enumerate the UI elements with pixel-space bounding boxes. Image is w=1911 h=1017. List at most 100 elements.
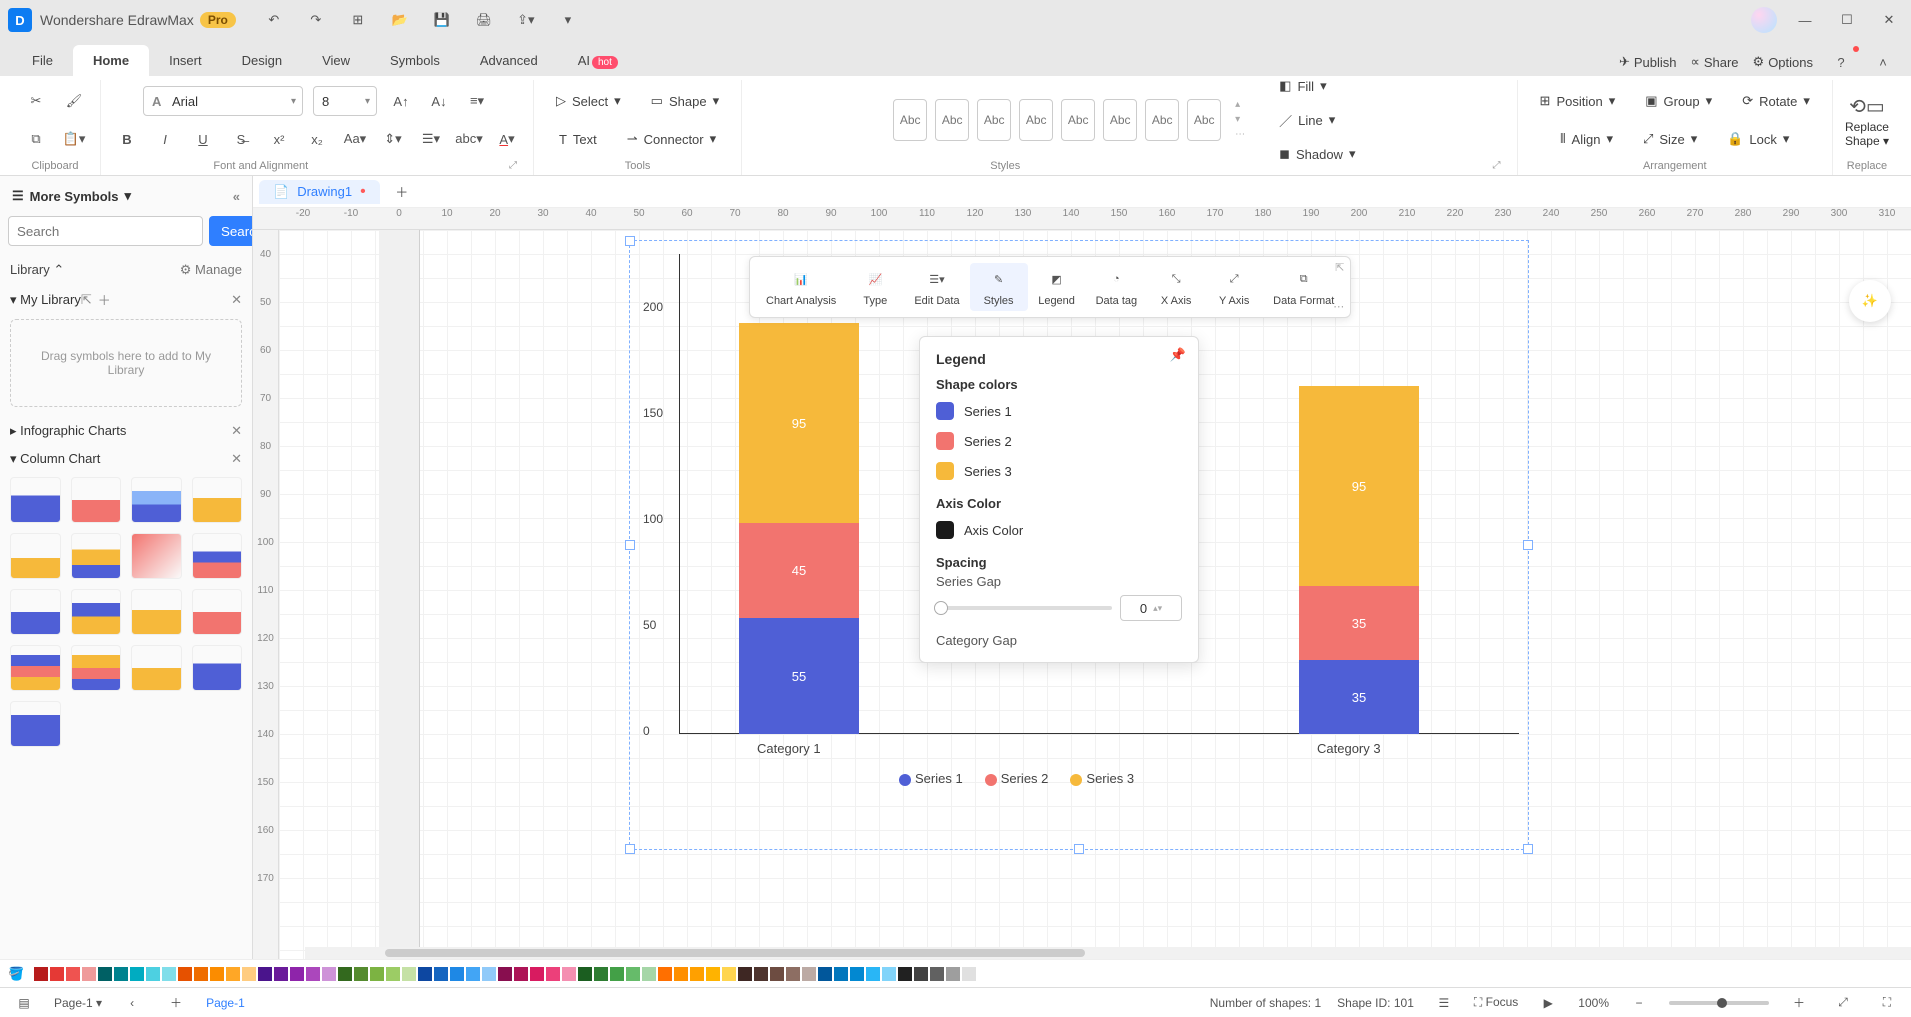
chart-thumb[interactable] xyxy=(10,477,61,523)
style-swatch[interactable]: Abc xyxy=(893,99,927,141)
chart-thumb[interactable] xyxy=(192,589,243,635)
series-color-row[interactable]: Series 3 xyxy=(936,456,1182,486)
resize-handle[interactable] xyxy=(1523,540,1533,550)
mylib-add-icon[interactable]: ＋ xyxy=(98,290,111,309)
color-chip[interactable] xyxy=(936,432,954,450)
redo-button[interactable]: ↷ xyxy=(302,6,330,34)
symbol-search-input[interactable] xyxy=(8,216,203,246)
chart-thumb[interactable] xyxy=(10,533,61,579)
prev-page-icon[interactable]: ‹ xyxy=(118,989,146,1017)
zoom-out-icon[interactable]: − xyxy=(1625,989,1653,1017)
color-swatch[interactable] xyxy=(242,967,256,981)
x-axis-button[interactable]: ⤡X Axis xyxy=(1147,263,1205,311)
fill-bucket-icon[interactable]: 🪣 xyxy=(8,966,24,982)
publish-button[interactable]: ✈ Publish xyxy=(1619,54,1677,70)
style-gallery-more[interactable]: ▴▾⋯ xyxy=(1235,99,1245,141)
color-swatch[interactable] xyxy=(50,967,64,981)
color-swatch[interactable] xyxy=(642,967,656,981)
resize-handle[interactable] xyxy=(625,844,635,854)
lock-button[interactable]: Lock ▾ xyxy=(1717,123,1799,155)
color-swatch[interactable] xyxy=(162,967,176,981)
fill-button[interactable]: ◧ Fill ▾ xyxy=(1269,70,1365,102)
color-swatch[interactable] xyxy=(962,967,976,981)
color-swatch[interactable] xyxy=(754,967,768,981)
chart-thumb[interactable] xyxy=(10,645,61,691)
font-dialog-launcher[interactable]: ⤢ xyxy=(509,160,521,172)
layers-icon[interactable]: ☰ xyxy=(1430,989,1458,1017)
line-spacing-icon[interactable]: ⇕▾ xyxy=(379,125,407,153)
color-swatch[interactable] xyxy=(690,967,704,981)
library-dropdown[interactable]: Library ⌃ xyxy=(10,262,64,278)
color-swatch[interactable] xyxy=(546,967,560,981)
open-button[interactable]: 📂 xyxy=(386,6,414,34)
zoom-slider[interactable] xyxy=(1669,1001,1769,1005)
fullscreen-icon[interactable]: ⛶ xyxy=(1873,989,1901,1017)
chart-thumb[interactable] xyxy=(131,533,182,579)
tab-advanced[interactable]: Advanced xyxy=(460,45,558,76)
resize-handle[interactable] xyxy=(1074,844,1084,854)
drawing-canvas[interactable]: 0 50 100 150 200 95 45 55 Category 1 95 xyxy=(279,230,1911,959)
mylib-export-icon[interactable]: ⇱ xyxy=(81,292,92,308)
chart-thumb[interactable] xyxy=(71,645,122,691)
pin-icon[interactable]: 📌 xyxy=(1170,347,1186,363)
size-button[interactable]: ⤢ Size ▾ xyxy=(1633,123,1707,155)
decrease-font-icon[interactable]: A↓ xyxy=(425,87,453,115)
infographic-close-icon[interactable]: ✕ xyxy=(231,423,242,439)
color-swatch[interactable] xyxy=(466,967,480,981)
font-size-select[interactable]: 8 xyxy=(313,86,377,116)
tab-design[interactable]: Design xyxy=(222,45,302,76)
options-button[interactable]: ⚙ Options xyxy=(1753,54,1813,70)
increase-font-icon[interactable]: A↑ xyxy=(387,87,415,115)
tab-insert[interactable]: Insert xyxy=(149,45,222,76)
color-swatch[interactable] xyxy=(146,967,160,981)
series-gap-slider[interactable] xyxy=(936,606,1112,610)
shape-tool[interactable]: ▭ Shape ▾ xyxy=(641,85,729,117)
color-chip[interactable] xyxy=(936,402,954,420)
page-tab[interactable]: Page-1 xyxy=(206,996,245,1010)
data-tag-button[interactable]: ◔Data tag xyxy=(1086,263,1148,311)
color-swatch[interactable] xyxy=(802,967,816,981)
style-swatch[interactable]: Abc xyxy=(935,99,969,141)
rotate-button[interactable]: ⟳ Rotate ▾ xyxy=(1732,85,1820,117)
color-swatch[interactable] xyxy=(66,967,80,981)
color-swatch[interactable] xyxy=(482,967,496,981)
qat-more-button[interactable]: ▾ xyxy=(554,6,582,34)
undo-button[interactable]: ↶ xyxy=(260,6,288,34)
chart-thumb[interactable] xyxy=(192,533,243,579)
connector-tool[interactable]: ⇀ Connector ▾ xyxy=(617,123,726,155)
new-tab-button[interactable]: ＋ xyxy=(388,178,416,206)
color-swatch[interactable] xyxy=(850,967,864,981)
resize-handle[interactable] xyxy=(625,540,635,550)
add-page-icon[interactable]: ＋ xyxy=(162,989,190,1017)
color-swatch[interactable] xyxy=(82,967,96,981)
tab-file[interactable]: File xyxy=(12,45,73,76)
infographic-header[interactable]: ▸ Infographic Charts xyxy=(10,423,126,439)
color-swatch[interactable] xyxy=(866,967,880,981)
maximize-button[interactable]: ☐ xyxy=(1833,6,1861,34)
tab-ai[interactable]: AIhot xyxy=(558,45,638,76)
format-painter-icon[interactable]: 🖌 xyxy=(60,87,88,115)
chart-thumb[interactable] xyxy=(192,477,243,523)
toolbar-pin-icon[interactable]: ⇱ xyxy=(1335,261,1344,274)
text-direction-icon[interactable]: abc▾ xyxy=(455,125,483,153)
chart-thumb[interactable] xyxy=(71,589,122,635)
series-color-row[interactable]: Series 1 xyxy=(936,396,1182,426)
chart-thumb[interactable] xyxy=(131,645,182,691)
text-tool[interactable]: T Text xyxy=(549,123,607,155)
color-swatch[interactable] xyxy=(322,967,336,981)
align-button[interactable]: ⫴ Align ▾ xyxy=(1550,123,1623,155)
tab-home[interactable]: Home xyxy=(73,45,149,76)
position-button[interactable]: ⊞ Position ▾ xyxy=(1530,85,1626,117)
ai-assistant-button[interactable]: ✨ xyxy=(1849,280,1891,322)
color-swatch[interactable] xyxy=(930,967,944,981)
document-tab[interactable]: 📄 Drawing1 • xyxy=(259,180,380,204)
case-icon[interactable]: Aa▾ xyxy=(341,125,369,153)
color-swatch[interactable] xyxy=(818,967,832,981)
color-swatch[interactable] xyxy=(34,967,48,981)
color-swatch[interactable] xyxy=(898,967,912,981)
color-swatch[interactable] xyxy=(578,967,592,981)
resize-handle[interactable] xyxy=(1523,844,1533,854)
color-swatch[interactable] xyxy=(290,967,304,981)
italic-icon[interactable]: I xyxy=(151,125,179,153)
style-swatch[interactable]: Abc xyxy=(1187,99,1221,141)
